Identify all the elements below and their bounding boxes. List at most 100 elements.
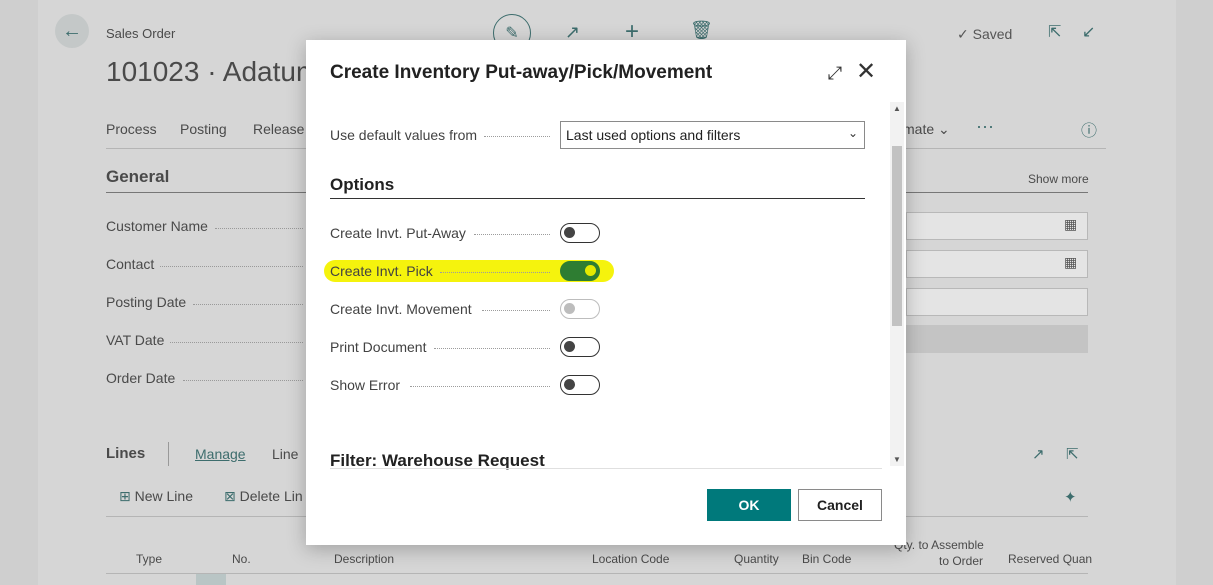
toggle-knob xyxy=(564,341,575,352)
dialog-scrollbar[interactable]: ▲ ▼ xyxy=(890,102,904,466)
calendar-icon[interactable]: ▦ xyxy=(1064,216,1077,233)
general-rule-right xyxy=(906,192,1088,193)
options-rule xyxy=(330,198,865,199)
field-dots xyxy=(215,228,303,229)
ok-button[interactable]: OK xyxy=(707,489,791,521)
field-dots xyxy=(193,304,303,305)
automate-label: mate xyxy=(903,121,935,137)
row-selector[interactable] xyxy=(196,574,226,585)
content-bottom-rule xyxy=(330,468,882,469)
lines-divider xyxy=(168,442,169,466)
create-inventory-dialog: Create Inventory Put-away/Pick/Movement … xyxy=(306,40,906,545)
page-caption: Sales Order xyxy=(106,26,176,41)
expand-icon[interactable]: ⤢ xyxy=(824,62,846,84)
back-button[interactable]: ← xyxy=(55,14,89,48)
cancel-button[interactable]: Cancel xyxy=(798,489,882,521)
field-order-date: Order Date xyxy=(106,370,176,386)
tab-manage[interactable]: Manage xyxy=(195,446,246,462)
field-contact: Contact xyxy=(106,256,155,272)
show-more-link[interactable]: Show more xyxy=(1028,172,1089,186)
new-line-label: New Line xyxy=(134,488,193,504)
field-dots xyxy=(183,380,303,381)
more-actions-button[interactable]: ··· xyxy=(976,116,994,137)
trash-icon[interactable]: 🗑 xyxy=(690,20,713,41)
calendar-icon[interactable]: ▦ xyxy=(1064,254,1077,271)
section-general: General xyxy=(106,167,170,186)
column-qty-assemble-2[interactable]: to Order xyxy=(939,554,983,568)
label-dots xyxy=(440,272,550,273)
delete-line-label: Delete Lin xyxy=(239,488,303,504)
field-vat-date: VAT Date xyxy=(106,332,165,348)
default-values-value: Last used options and filters xyxy=(566,127,741,143)
collapse-icon[interactable]: ↙ xyxy=(1082,22,1095,42)
field-dots xyxy=(160,266,303,267)
action-release[interactable]: Release xyxy=(253,121,304,137)
toggle-show-error[interactable] xyxy=(560,375,600,395)
option-label-show-error: Show Error xyxy=(330,377,401,393)
info-icon[interactable]: ⓘ xyxy=(1081,117,1097,141)
toggle-print-document[interactable] xyxy=(560,337,600,357)
field-customer-name: Customer Name xyxy=(106,218,208,234)
date-input-2[interactable] xyxy=(906,250,1088,278)
pin-icon[interactable]: ✦ xyxy=(1064,488,1077,506)
default-values-select[interactable]: Last used options and filters ⌄ xyxy=(560,121,865,149)
chevron-down-icon: ⌄ xyxy=(938,121,950,137)
action-automate[interactable]: mate ⌄ xyxy=(903,121,950,138)
option-label-pick: Create Invt. Pick xyxy=(330,263,433,279)
column-header-divider xyxy=(106,573,1088,574)
action-process[interactable]: Process xyxy=(106,121,157,137)
label-dots xyxy=(482,310,550,311)
label-dots xyxy=(484,136,550,137)
toggle-create-pick[interactable] xyxy=(560,261,600,281)
open-new-window-icon[interactable]: ⇱ xyxy=(1048,22,1061,42)
field-dots xyxy=(170,342,303,343)
dialog-title: Create Inventory Put-away/Pick/Movement xyxy=(330,62,713,83)
column-no[interactable]: No. xyxy=(232,552,251,566)
column-type[interactable]: Type xyxy=(136,552,162,566)
general-rule xyxy=(106,192,306,193)
toggle-knob xyxy=(564,379,575,390)
label-dots xyxy=(434,348,550,349)
arrow-left-icon: ← xyxy=(62,19,82,42)
delete-line-button[interactable]: ⊠ Delete Lin xyxy=(224,488,303,505)
option-label-print: Print Document xyxy=(330,339,427,355)
toggle-create-movement[interactable] xyxy=(560,299,600,319)
toggle-create-put-away[interactable] xyxy=(560,223,600,243)
column-reserved-quantity[interactable]: Reserved Quan xyxy=(1008,552,1092,566)
page-title: 101023 · Adatum xyxy=(106,56,320,87)
options-title: Options xyxy=(330,175,395,194)
action-posting[interactable]: Posting xyxy=(180,121,227,137)
column-qty-assemble-1[interactable]: Qty. to Assemble xyxy=(894,538,984,552)
new-line-icon: ⊞ xyxy=(119,488,131,504)
column-bin-code[interactable]: Bin Code xyxy=(802,552,851,566)
scroll-thumb[interactable] xyxy=(892,146,902,326)
tab-line[interactable]: Line xyxy=(272,446,298,462)
column-quantity[interactable]: Quantity xyxy=(734,552,779,566)
default-values-label: Use default values from xyxy=(330,127,478,143)
label-dots xyxy=(474,234,550,235)
toggle-knob xyxy=(564,227,575,238)
text-input-3[interactable] xyxy=(906,288,1088,316)
column-location-code[interactable]: Location Code xyxy=(592,552,669,566)
label-dots xyxy=(410,386,550,387)
saved-label: Saved xyxy=(972,26,1013,42)
option-label-movement: Create Invt. Movement xyxy=(330,301,472,317)
field-posting-date: Posting Date xyxy=(106,294,187,310)
close-icon[interactable]: ✕ xyxy=(854,60,878,84)
toggle-knob xyxy=(564,303,575,314)
new-line-button[interactable]: ⊞ New Line xyxy=(119,488,193,505)
toggle-knob xyxy=(585,265,596,276)
option-label-put-away: Create Invt. Put-Away xyxy=(330,225,466,241)
delete-line-icon: ⊠ xyxy=(224,488,236,504)
column-description[interactable]: Description xyxy=(334,552,394,566)
date-input-1[interactable] xyxy=(906,212,1088,240)
saved-status: ✓ Saved xyxy=(957,26,1012,43)
checkmark-icon: ✓ xyxy=(957,26,969,42)
lines-label: Lines xyxy=(106,445,146,462)
readonly-field-4 xyxy=(906,325,1088,353)
scroll-down-icon[interactable]: ▼ xyxy=(893,455,901,464)
scroll-up-icon[interactable]: ▲ xyxy=(893,104,901,113)
share-lines-icon[interactable]: ↗ xyxy=(1032,445,1045,463)
chevron-down-icon: ⌄ xyxy=(847,126,858,140)
expand-lines-icon[interactable]: ⇱ xyxy=(1066,445,1079,463)
